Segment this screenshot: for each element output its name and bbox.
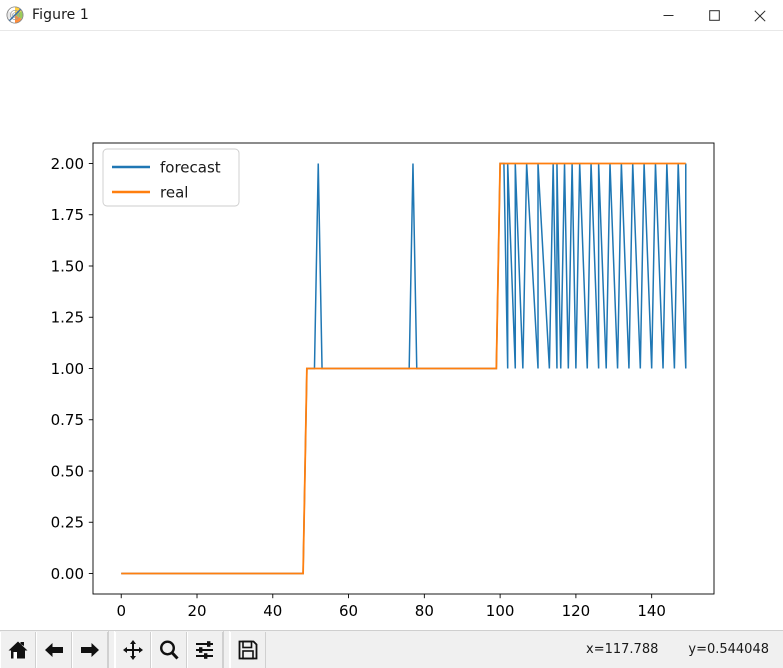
y-tick-label: 1.75	[51, 206, 84, 224]
y-tick-label: 0.25	[51, 514, 84, 532]
figure-window: Figure 1 0 20 40 60 80 100 120 140 0.00 0.25 0.50 0…	[0, 0, 783, 668]
legend-label-real: real	[160, 184, 188, 202]
minimize-button[interactable]	[645, 0, 691, 31]
home-icon[interactable]	[0, 631, 36, 668]
back-arrow-icon[interactable]	[36, 631, 72, 668]
toolbar-nav-group	[0, 631, 108, 668]
x-tick-label: 40	[263, 602, 282, 620]
line-chart[interactable]: 0 20 40 60 80 100 120 140 0.00 0.25 0.50 0.75 1.00 1.…	[0, 31, 783, 629]
toolbar-tools-group	[115, 631, 223, 668]
pan-move-icon[interactable]	[115, 631, 151, 668]
maximize-button[interactable]	[691, 0, 737, 31]
x-tick-label: 100	[486, 602, 515, 620]
x-tick-label: 140	[637, 602, 666, 620]
close-button[interactable]	[737, 0, 783, 31]
y-tick-label: 0.75	[51, 411, 84, 429]
y-tick-label: 0.50	[51, 462, 84, 480]
x-tick-label: 120	[562, 602, 591, 620]
y-tick-label: 2.00	[51, 155, 84, 173]
configure-subplots-sliders-icon[interactable]	[187, 631, 223, 668]
legend-label-forecast: forecast	[160, 159, 221, 177]
coordinate-readout: x=117.788 y=0.544048	[586, 642, 783, 657]
y-tick-label: 1.00	[51, 360, 84, 378]
matplotlib-logo-icon	[6, 6, 24, 24]
forward-arrow-icon[interactable]	[72, 631, 108, 668]
x-tick-label: 0	[116, 602, 126, 620]
x-tick-label: 20	[187, 602, 206, 620]
y-tick-label: 0.00	[51, 565, 84, 583]
coord-y-value: y=0.544048	[688, 642, 769, 657]
x-tick-label: 80	[415, 602, 434, 620]
figure-canvas[interactable]: 0 20 40 60 80 100 120 140 0.00 0.25 0.50 0.75 1.00 1.…	[0, 31, 783, 630]
toolbar-save-group	[230, 631, 266, 668]
window-title: Figure 1	[32, 7, 89, 23]
zoom-magnifier-icon[interactable]	[151, 631, 187, 668]
toolbar-separator-2	[223, 630, 230, 668]
window-controls	[645, 0, 783, 31]
x-tick-label: 60	[339, 602, 358, 620]
y-tick-label: 1.25	[51, 309, 84, 327]
coord-x-value: x=117.788	[586, 642, 659, 657]
y-tick-label: 1.50	[51, 257, 84, 275]
window-title-bar: Figure 1	[0, 0, 783, 31]
save-floppy-icon[interactable]	[230, 631, 266, 668]
toolbar-separator-1	[108, 630, 115, 668]
navigation-toolbar: x=117.788 y=0.544048	[0, 630, 783, 668]
